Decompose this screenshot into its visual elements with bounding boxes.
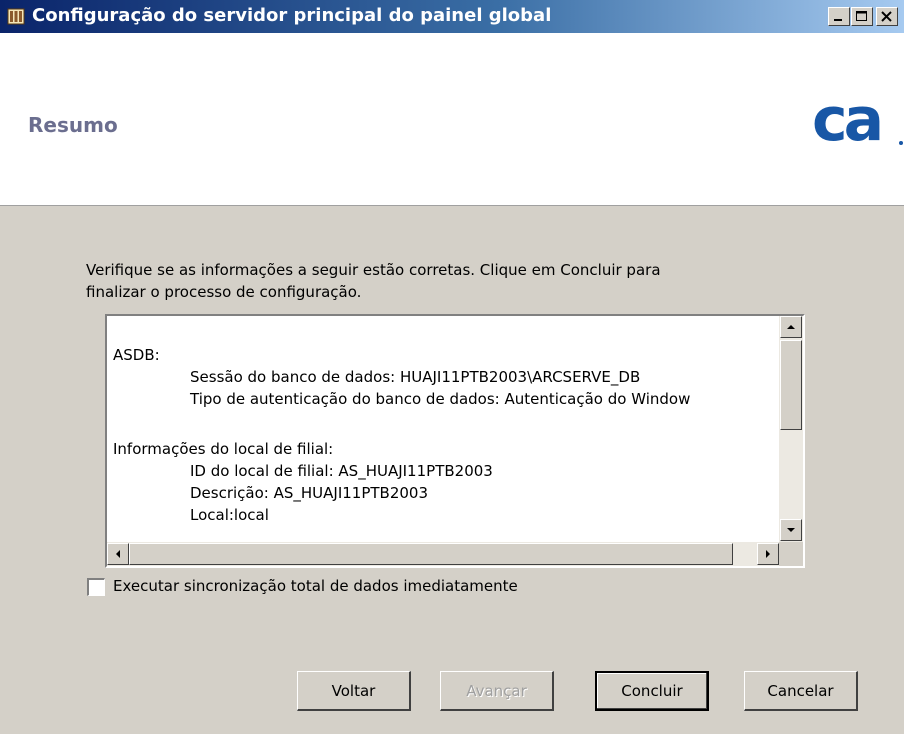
summary-line: ASDB: [113,346,160,364]
summary-line: ID do local de filial: AS_HUAJI11PTB2003 [190,462,493,480]
scroll-down-arrow-icon [787,528,795,532]
scroll-up-button[interactable] [780,316,802,338]
cancel-button-label: Cancelar [767,681,834,700]
summary-line: Sessão do banco de dados: HUAJI11PTB2003… [190,368,641,386]
svg-text:ca: ca [812,88,880,152]
scroll-up-arrow-icon [787,325,795,329]
vertical-scrollbar[interactable] [779,316,803,542]
window-title: Configuração do servidor principal do pa… [32,5,552,26]
horizontal-scroll-thumb[interactable] [129,543,733,565]
back-button[interactable]: Voltar [297,671,411,711]
next-button[interactable]: Avançar [440,671,554,711]
scroll-left-button[interactable] [107,543,129,565]
minimize-button[interactable] [828,7,850,26]
summary-line: Informações do local de filial: [113,440,334,458]
summary-content: ASDB: Sessão do banco de dados: HUAJI11P… [107,316,781,542]
close-button[interactable] [876,7,898,26]
app-icon [7,8,25,25]
back-button-label: Voltar [331,681,376,700]
summary-line: Local:local [190,506,269,524]
maximize-icon [856,11,867,21]
page-title: Resumo [28,113,118,137]
instructions-line-1: Verifique se as informações a seguir est… [86,261,661,279]
vertical-scroll-thumb[interactable] [780,340,802,430]
instructions-line-2: finalizar o processo de configuração. [86,283,362,301]
summary-line: Descrição: AS_HUAJI11PTB2003 [190,484,429,502]
summary-textbox[interactable]: ASDB: Sessão do banco de dados: HUAJI11P… [105,314,805,568]
header-divider [0,205,904,206]
scroll-right-button[interactable] [757,543,779,565]
scroll-down-button[interactable] [780,519,802,541]
instructions-text: Verifique se as informações a seguir est… [86,259,806,303]
horizontal-scrollbar[interactable] [107,542,781,566]
maximize-button[interactable] [851,7,873,26]
summary-line: Tipo de autenticação do banco de dados: … [190,390,691,408]
cancel-button[interactable]: Cancelar [744,671,858,711]
full-sync-label[interactable]: Executar sincronização total de dados im… [113,577,518,595]
wizard-header [0,33,904,206]
close-icon [881,11,892,22]
title-bar[interactable]: Configuração do servidor principal do pa… [0,0,904,33]
full-sync-checkbox[interactable] [87,578,105,596]
minimize-icon [834,19,842,21]
next-button-label: Avançar [466,681,527,700]
finish-button[interactable]: Concluir [595,671,709,711]
scroll-right-arrow-icon [766,550,770,558]
ca-logo: ca [812,88,903,152]
scrollbar-corner [779,542,803,566]
finish-button-label: Concluir [621,682,683,700]
scroll-left-arrow-icon [116,550,120,558]
